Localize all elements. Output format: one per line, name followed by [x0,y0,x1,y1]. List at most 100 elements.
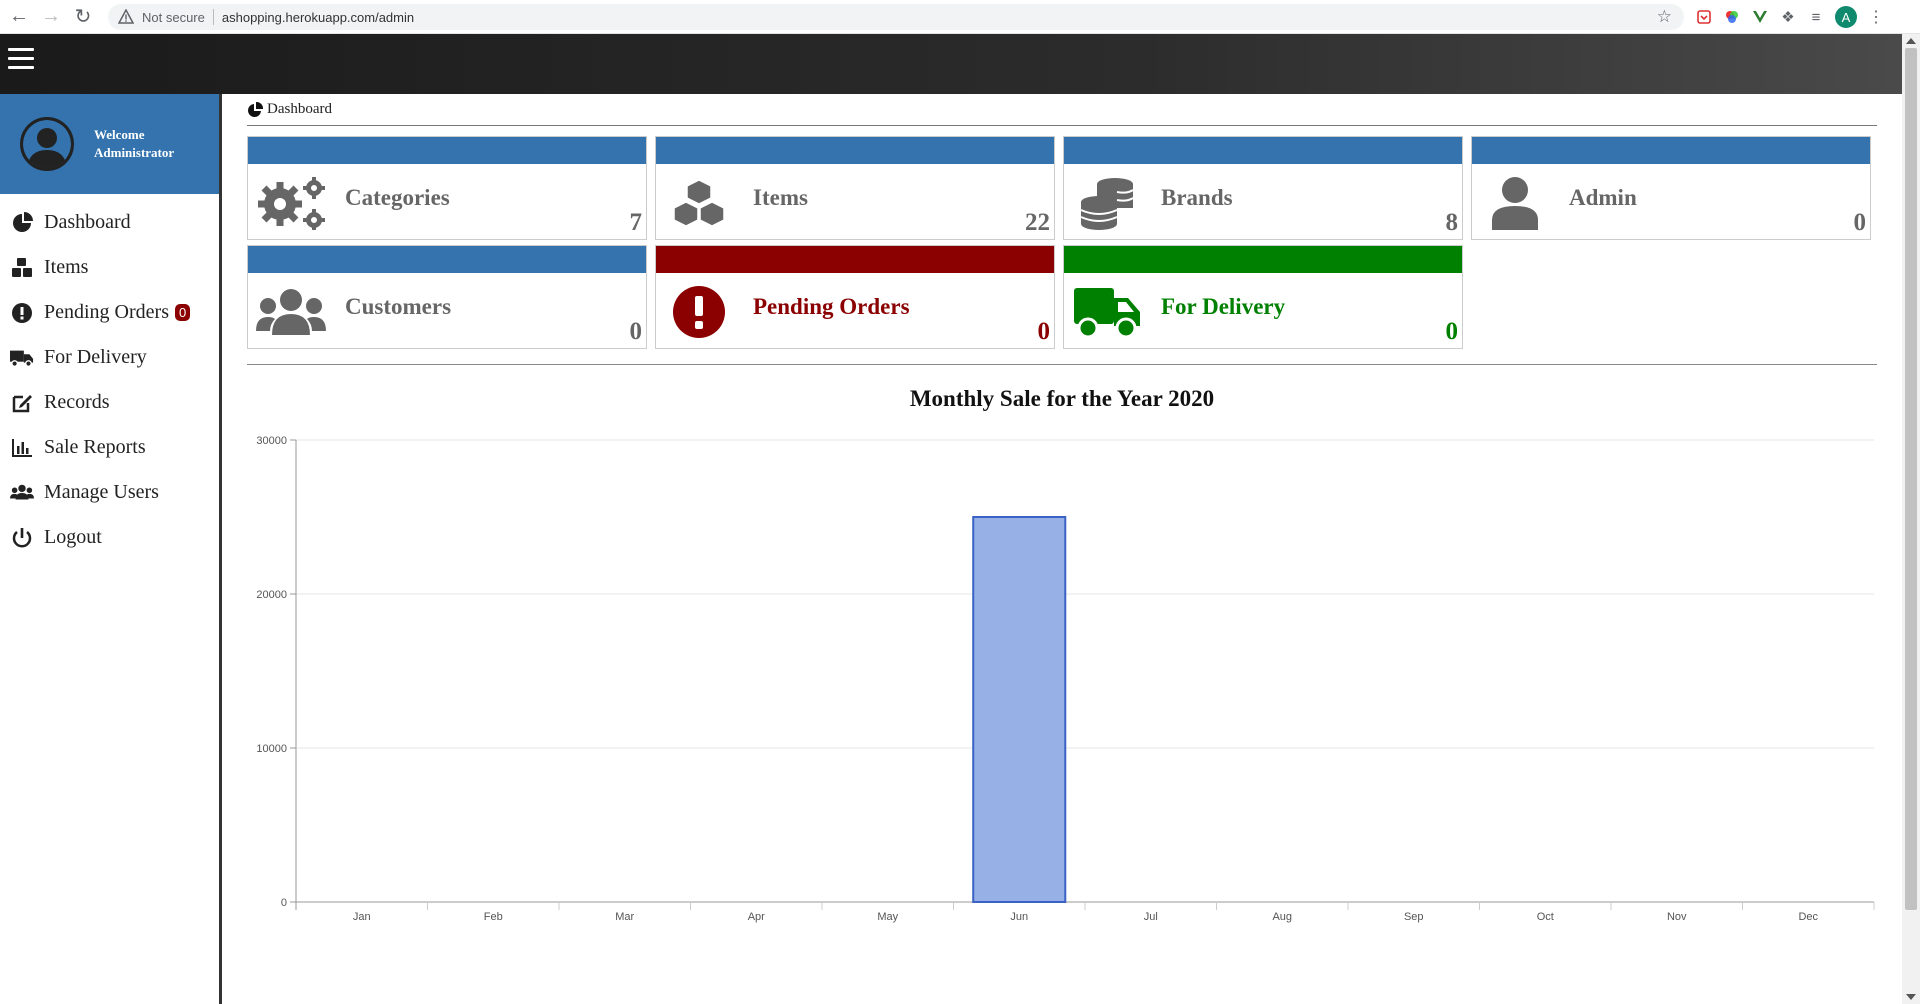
sidebar-item-label: Manage Users [44,481,159,503]
cogs-icon [256,175,326,231]
sidebar-item-for-delivery[interactable]: For Delivery [0,335,219,380]
x-tick-label: Nov [1667,911,1687,923]
x-tick-label: Dec [1798,911,1818,923]
card-customers[interactable]: Customers 0 [247,245,647,349]
sidebar-item-logout[interactable]: Logout [0,515,219,560]
bar-jun [972,516,1067,903]
sidebar: Welcome Administrator Dashboard Items Pe… [0,94,222,1004]
card-for-delivery[interactable]: For Delivery 0 [1063,245,1463,349]
y-tick-label: 0 [281,897,287,909]
monthly-sales-chart: Monthly Sale for the Year 2020 0 10000 200… [247,380,1877,940]
vue-extension-icon[interactable] [1751,8,1769,26]
warning-icon [118,9,134,24]
card-brands[interactable]: Brands 8 [1063,136,1463,240]
y-tick-label: 30000 [256,435,287,447]
card-pending-orders[interactable]: Pending Orders 0 [655,245,1055,349]
security-label: Not secure [142,9,205,25]
card-label: Customers [345,294,452,319]
y-tick-label: 10000 [256,743,287,755]
users-icon [10,481,34,505]
breadcrumb-label: Dashboard [267,101,332,117]
x-tick-label: Sep [1404,911,1424,923]
card-value: 0 [1037,318,1051,345]
y-tick-label: 20000 [256,589,287,601]
pending-count-badge: 0 [174,304,191,321]
back-icon[interactable]: ← [6,4,32,30]
extensions-area: ❖ ≡ A ⋮ [1695,6,1885,28]
app-topbar [0,34,1902,94]
sidebar-item-label: Sale Reports [44,436,146,458]
puzzle-extensions-icon[interactable]: ❖ [1779,8,1797,26]
x-tick-label: May [877,911,898,923]
edit-icon [10,391,34,415]
role-line: Administrator [94,145,175,160]
card-value: 22 [1025,209,1050,236]
main-content: Dashboard Categories 7 Items 22 Brands 8… [247,94,1877,354]
card-value: 0 [629,318,643,345]
x-tick-label: Mar [615,911,634,923]
card-header-bar [1064,137,1462,164]
card-value: 0 [1445,318,1459,345]
pocket-extension-icon[interactable] [1695,8,1713,26]
url-text[interactable]: ashopping.herokuapp.com/admin [222,10,414,25]
x-tick-label: Aug [1272,911,1292,923]
pie-chart-icon [248,101,263,117]
truck-icon [1072,284,1142,340]
welcome-text: Welcome Administrator [94,126,174,162]
sidebar-item-records[interactable]: Records [0,380,219,425]
sidebar-item-sale-reports[interactable]: Sale Reports [0,425,219,470]
card-items[interactable]: Items 22 [655,136,1055,240]
color-picker-extension-icon[interactable] [1723,8,1741,26]
card-categories[interactable]: Categories 7 [247,136,647,240]
sidebar-item-label: Dashboard [44,211,131,233]
power-icon [10,526,34,550]
sidebar-item-items[interactable]: Items [0,245,219,290]
sidebar-item-label: Items [44,256,89,278]
hamburger-menu-icon[interactable] [8,48,34,74]
sidebar-item-dashboard[interactable]: Dashboard [0,200,219,245]
x-tick-label: Jun [1010,911,1028,923]
section-divider [247,364,1877,365]
scroll-down-arrow-icon[interactable] [1906,994,1916,1000]
x-tick-label: Feb [484,911,503,923]
stat-cards: Categories 7 Items 22 Brands 8 Admin 0 C… [247,126,1877,354]
chart-svg: 0 10000 20000 30000 Jan Feb Mar Apr May Jun Jul Aug… [256,435,1875,923]
card-label: Items [753,185,808,210]
browser-menu-icon[interactable]: ⋮ [1867,8,1885,26]
forward-icon[interactable]: → [38,4,64,30]
exclamation-circle-icon [10,301,34,325]
avatar-icon [20,117,74,171]
user-icon [1480,175,1550,231]
card-label: Categories [345,185,450,210]
truck-icon [10,346,34,370]
card-header-bar [248,137,646,164]
card-label: Pending Orders [753,294,910,319]
card-value: 0 [1853,209,1867,236]
card-value: 7 [629,209,643,236]
profile-avatar[interactable]: A [1835,6,1857,28]
address-bar[interactable]: Not secure ashopping.herokuapp.com/admin… [108,4,1684,30]
pie-chart-icon [10,211,34,235]
sidebar-item-label: For Delivery [44,346,147,368]
x-tick-label: Oct [1537,911,1554,923]
card-header-bar [248,246,646,273]
card-label: Admin [1569,185,1637,210]
reload-icon[interactable]: ↻ [70,4,96,30]
page-scrollbar[interactable] [1902,34,1920,1004]
card-value: 8 [1445,209,1459,236]
card-admin[interactable]: Admin 0 [1471,136,1871,240]
chart-title: Monthly Sale for the Year 2020 [909,386,1215,411]
sidebar-item-label: Logout [44,526,102,548]
sidebar-item-manage-users[interactable]: Manage Users [0,470,219,515]
scroll-thumb[interactable] [1905,48,1917,910]
users-icon [256,284,326,340]
welcome-line: Welcome [94,127,145,142]
bookmark-star-icon[interactable]: ☆ [1657,7,1672,27]
sidebar-item-pending-orders[interactable]: Pending Orders 0 [0,290,219,335]
exclamation-circle-icon [664,284,734,340]
reading-list-icon[interactable]: ≡ [1807,8,1825,26]
scroll-up-arrow-icon[interactable] [1906,38,1916,44]
x-tick-label: Jan [353,911,371,923]
browser-toolbar: ← → ↻ Not secure ashopping.herokuapp.com… [0,0,1920,34]
bar-chart-icon [10,436,34,460]
